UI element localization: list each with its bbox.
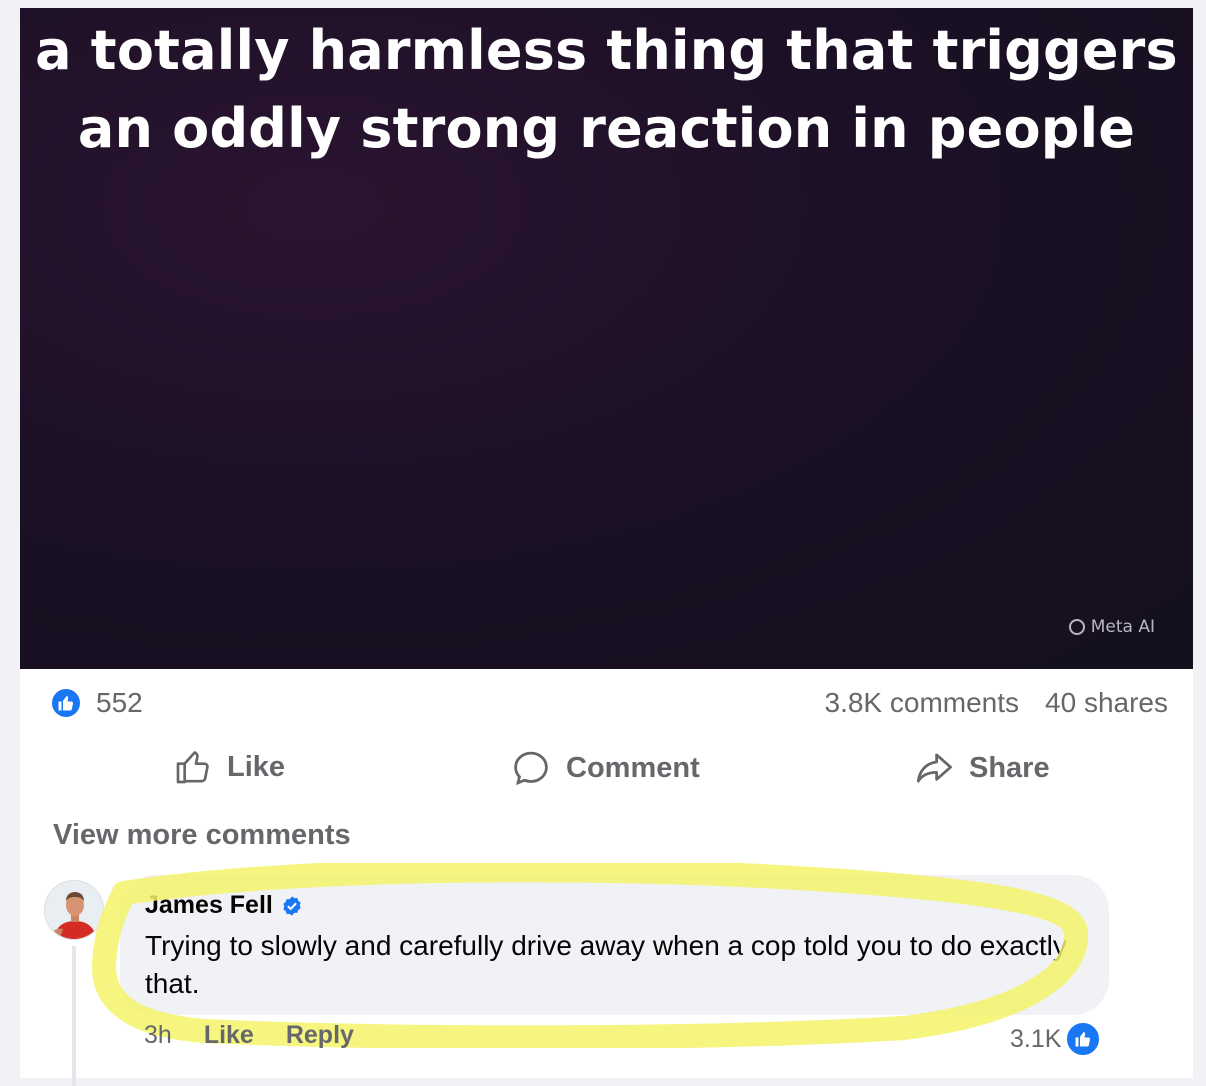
comment-author-name[interactable]: James Fell — [145, 891, 273, 920]
share-icon — [916, 753, 953, 783]
like-reaction-icon[interactable] — [50, 687, 82, 719]
media-caption: a totally harmless thing that triggers a… — [20, 12, 1193, 168]
comment-reply-button[interactable]: Reply — [286, 1021, 354, 1050]
like-button[interactable]: Like — [173, 747, 285, 787]
watermark-label: Meta AI — [1090, 617, 1155, 637]
comment-button-label: Comment — [566, 751, 700, 784]
comment-age[interactable]: 3h — [144, 1021, 172, 1050]
meta-ai-ring-icon — [1068, 619, 1085, 635]
share-button[interactable]: Share — [913, 747, 1050, 789]
comment-icon — [514, 751, 548, 786]
comment-reaction-count: 3.1K — [1010, 1024, 1062, 1053]
comment-author[interactable]: James Fell — [145, 891, 303, 920]
comment-reactions[interactable]: 3.1K — [1010, 1021, 1102, 1057]
share-count[interactable]: 40 shares — [1045, 687, 1168, 719]
comment-bubble[interactable]: James Fell Trying to slowly and carefull… — [120, 875, 1109, 1015]
media-caption-line-1: a totally harmless thing that triggers — [35, 19, 1178, 82]
like-count[interactable]: 552 — [96, 687, 143, 719]
view-more-comments-link[interactable]: View more comments — [53, 819, 351, 852]
comment-like-button[interactable]: Like — [204, 1021, 254, 1050]
comment-button[interactable]: Comment — [510, 747, 700, 789]
like-reaction-icon — [1065, 1021, 1102, 1057]
post-stats: 552 3.8K comments 40 shares — [20, 683, 1193, 723]
post-actions: Like Comment Share — [20, 743, 1193, 791]
like-icon — [176, 751, 209, 784]
thread-line — [72, 946, 76, 1086]
post-card: a totally harmless thing that triggers a… — [20, 8, 1193, 1086]
media-caption-line-2: an oddly strong reaction in people — [77, 97, 1136, 160]
meta-ai-watermark: Meta AI — [1068, 617, 1155, 637]
verified-badge-icon — [283, 895, 301, 916]
like-button-label: Like — [227, 750, 286, 783]
comment-count[interactable]: 3.8K comments — [825, 687, 1020, 719]
comment-text: Trying to slowly and carefully drive awa… — [145, 930, 1067, 999]
comment-meta: 3h Like Reply — [144, 1021, 354, 1050]
post-media[interactable]: a totally harmless thing that triggers a… — [20, 8, 1193, 669]
share-button-label: Share — [969, 751, 1050, 784]
avatar[interactable] — [44, 880, 104, 940]
